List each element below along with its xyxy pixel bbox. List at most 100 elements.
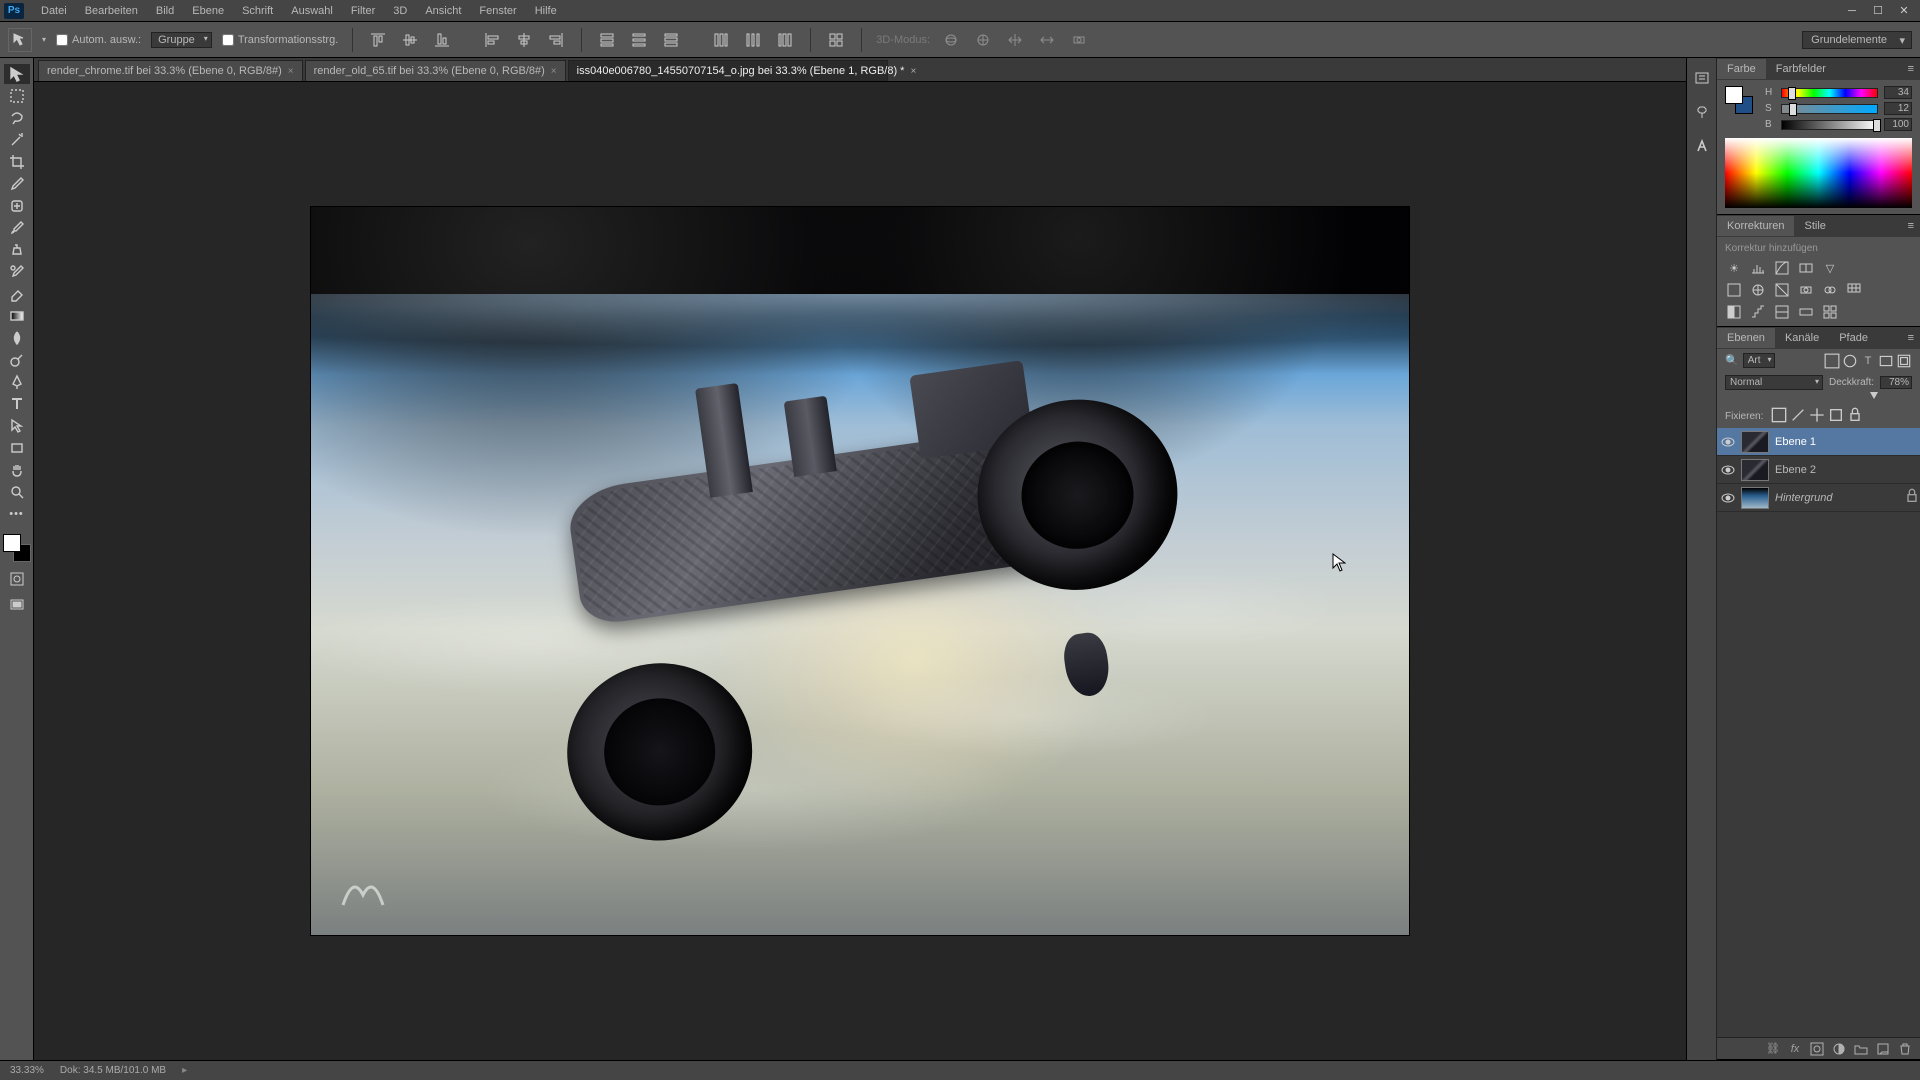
panel-menu-icon[interactable]: ≡ bbox=[1902, 220, 1920, 232]
foreground-color[interactable] bbox=[3, 534, 21, 552]
auto-select-checkbox[interactable]: Autom. ausw.: bbox=[56, 34, 141, 46]
visibility-toggle[interactable] bbox=[1721, 435, 1735, 449]
doc-info[interactable]: Dok: 34.5 MB/101.0 MB bbox=[60, 1065, 166, 1076]
align-hcenter-icon[interactable] bbox=[513, 29, 535, 51]
gradient-tool[interactable] bbox=[4, 306, 30, 326]
auto-select-target-dropdown[interactable]: Gruppe bbox=[151, 32, 212, 48]
bri-slider[interactable] bbox=[1781, 120, 1878, 130]
swatches-tab[interactable]: Farbfelder bbox=[1766, 59, 1836, 79]
distribute-top-icon[interactable] bbox=[596, 29, 618, 51]
zoom-readout[interactable]: 33.33% bbox=[10, 1065, 44, 1076]
distribute-vcenter-icon[interactable] bbox=[628, 29, 650, 51]
sat-value[interactable]: 12 bbox=[1884, 102, 1912, 115]
layers-tab[interactable]: Ebenen bbox=[1717, 328, 1775, 348]
align-right-icon[interactable] bbox=[545, 29, 567, 51]
lasso-tool[interactable] bbox=[4, 108, 30, 128]
transform-controls-checkbox[interactable]: Transformationsstrg. bbox=[222, 34, 338, 46]
color-tab[interactable]: Farbe bbox=[1717, 59, 1766, 79]
zoom-tool[interactable] bbox=[4, 482, 30, 502]
layer-row[interactable]: Ebene 1 bbox=[1717, 428, 1920, 456]
menu-help[interactable]: Hilfe bbox=[526, 5, 566, 17]
properties-panel-icon[interactable] bbox=[1692, 102, 1712, 122]
lock-all-icon[interactable] bbox=[1847, 407, 1863, 426]
screen-mode-toggle[interactable] bbox=[4, 596, 30, 614]
adj-levels-icon[interactable] bbox=[1749, 260, 1767, 276]
doc-tab-2[interactable]: iss040e006780_14550707154_o.jpg bei 33.3… bbox=[568, 60, 888, 81]
align-vcenter-icon[interactable] bbox=[399, 29, 421, 51]
filter-pixel-icon[interactable] bbox=[1824, 354, 1840, 368]
move-tool[interactable] bbox=[4, 64, 30, 84]
layer-thumbnail[interactable] bbox=[1741, 431, 1769, 453]
sat-slider[interactable] bbox=[1781, 104, 1878, 114]
hue-value[interactable]: 34 bbox=[1884, 86, 1912, 99]
layer-name[interactable]: Ebene 2 bbox=[1775, 464, 1916, 476]
adj-threshold-icon[interactable] bbox=[1773, 304, 1791, 320]
filter-shape-icon[interactable] bbox=[1878, 354, 1894, 368]
blend-mode-select[interactable]: Normal bbox=[1725, 375, 1823, 390]
adj-bw-icon[interactable] bbox=[1773, 282, 1791, 298]
document-canvas[interactable] bbox=[310, 206, 1410, 936]
history-panel-icon[interactable] bbox=[1692, 68, 1712, 88]
rectangle-tool[interactable] bbox=[4, 438, 30, 458]
align-bottom-icon[interactable] bbox=[431, 29, 453, 51]
layer-name[interactable]: Ebene 1 bbox=[1775, 436, 1916, 448]
distribute-right-icon[interactable] bbox=[774, 29, 796, 51]
adj-photofilter-icon[interactable] bbox=[1797, 282, 1815, 298]
opacity-slider[interactable] bbox=[1725, 395, 1912, 401]
lock-position-icon[interactable] bbox=[1790, 407, 1806, 426]
delete-layer-icon[interactable] bbox=[1898, 1042, 1912, 1056]
workspace-picker[interactable]: Grundelemente bbox=[1802, 31, 1912, 49]
adj-curves-icon[interactable] bbox=[1773, 260, 1791, 276]
visibility-toggle[interactable] bbox=[1721, 463, 1735, 477]
menu-3d[interactable]: 3D bbox=[384, 5, 416, 17]
auto-align-icon[interactable] bbox=[825, 29, 847, 51]
healing-tool[interactable] bbox=[4, 196, 30, 216]
menu-view[interactable]: Ansicht bbox=[416, 5, 470, 17]
paths-tab[interactable]: Pfade bbox=[1829, 328, 1878, 348]
window-maximize[interactable]: ☐ bbox=[1866, 3, 1890, 19]
panel-color-swatches[interactable] bbox=[1725, 86, 1753, 114]
close-icon[interactable]: × bbox=[910, 66, 916, 77]
hue-slider[interactable] bbox=[1781, 88, 1878, 98]
adj-channelmixer-icon[interactable] bbox=[1821, 282, 1839, 298]
status-flyout-icon[interactable]: ▸ bbox=[182, 1065, 187, 1076]
menu-select[interactable]: Auswahl bbox=[282, 5, 342, 17]
crop-tool[interactable] bbox=[4, 152, 30, 172]
adj-brightness-icon[interactable]: ☀ bbox=[1725, 260, 1743, 276]
layer-row[interactable]: Hintergrund bbox=[1717, 484, 1920, 512]
adj-vibrance-icon[interactable]: ▽ bbox=[1821, 260, 1839, 276]
marquee-tool[interactable] bbox=[4, 86, 30, 106]
new-layer-icon[interactable] bbox=[1876, 1042, 1890, 1056]
color-swatches[interactable] bbox=[3, 534, 31, 562]
blur-tool[interactable] bbox=[4, 328, 30, 348]
menu-edit[interactable]: Bearbeiten bbox=[76, 5, 147, 17]
bri-value[interactable]: 100 bbox=[1884, 118, 1912, 131]
edit-toolbar[interactable]: ••• bbox=[4, 504, 30, 524]
menu-image[interactable]: Bild bbox=[147, 5, 183, 17]
adjustments-tab[interactable]: Korrekturen bbox=[1717, 216, 1794, 236]
menu-layer[interactable]: Ebene bbox=[183, 5, 233, 17]
current-tool-icon[interactable] bbox=[8, 28, 32, 52]
adj-colorbalance-icon[interactable] bbox=[1749, 282, 1767, 298]
type-tool[interactable] bbox=[4, 394, 30, 414]
character-panel-icon[interactable] bbox=[1692, 136, 1712, 156]
layer-name[interactable]: Hintergrund bbox=[1775, 492, 1898, 504]
adj-posterize-icon[interactable] bbox=[1749, 304, 1767, 320]
channels-tab[interactable]: Kanäle bbox=[1775, 328, 1829, 348]
adj-exposure-icon[interactable] bbox=[1797, 260, 1815, 276]
panel-menu-icon[interactable]: ≡ bbox=[1902, 332, 1920, 344]
distribute-left-icon[interactable] bbox=[710, 29, 732, 51]
eraser-tool[interactable] bbox=[4, 284, 30, 304]
align-left-icon[interactable] bbox=[481, 29, 503, 51]
styles-tab[interactable]: Stile bbox=[1794, 216, 1835, 236]
visibility-toggle[interactable] bbox=[1721, 491, 1735, 505]
menu-window[interactable]: Fenster bbox=[470, 5, 525, 17]
lock-artboard-icon[interactable] bbox=[1828, 407, 1844, 426]
pen-tool[interactable] bbox=[4, 372, 30, 392]
lock-pixels-icon[interactable] bbox=[1771, 407, 1787, 426]
new-adjustment-icon[interactable] bbox=[1832, 1042, 1846, 1056]
align-top-icon[interactable] bbox=[367, 29, 389, 51]
link-layers-icon[interactable]: ⛓ bbox=[1766, 1042, 1780, 1056]
filter-smart-icon[interactable] bbox=[1896, 354, 1912, 368]
dodge-tool[interactable] bbox=[4, 350, 30, 370]
